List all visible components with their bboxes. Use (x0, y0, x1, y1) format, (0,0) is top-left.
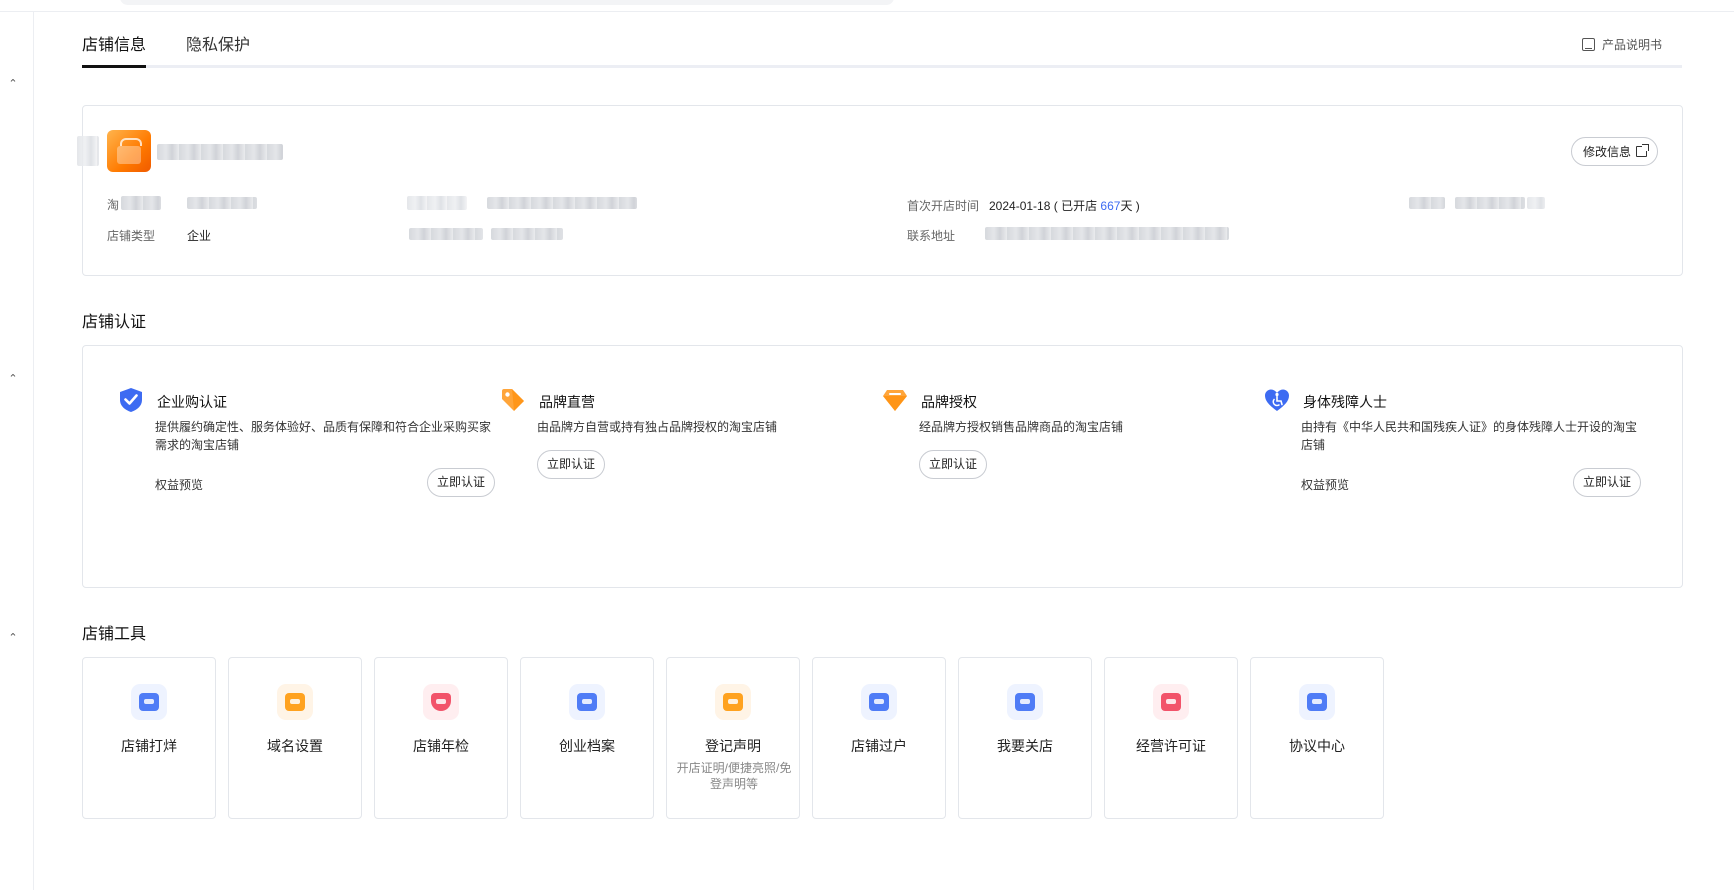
benefit-preview-link[interactable]: 权益预览 (1301, 476, 1349, 493)
diamond-icon (883, 390, 907, 411)
cert-desc: 由品牌方自营或持有独占品牌授权的淘宝店铺 (537, 420, 778, 434)
tool-shop-transfer[interactable]: 店铺过户 (812, 657, 946, 819)
external-link-icon (1636, 144, 1649, 157)
redacted-text (1409, 197, 1445, 209)
tag-icon (502, 389, 524, 411)
domain-settings-icon (277, 684, 313, 720)
redacted-link[interactable] (1527, 197, 1545, 209)
registration-statement-icon (715, 684, 751, 720)
shop-type-value: 企业 (187, 229, 212, 243)
shield-check-icon (120, 388, 142, 412)
product-manual-link[interactable]: 产品说明书 (1581, 36, 1662, 53)
shop-name-redacted (157, 144, 283, 160)
store-close-icon (131, 684, 167, 720)
redacted-text (409, 228, 483, 240)
tab-track (82, 65, 1682, 68)
cert-name: 品牌授权 (921, 394, 977, 410)
tab-shop-info[interactable]: 店铺信息 (82, 34, 146, 68)
redacted-region (77, 136, 99, 166)
tool-name: 店铺过户 (851, 738, 907, 754)
collapse-caret-icon[interactable]: ⌃ (6, 78, 20, 90)
edit-info-button[interactable]: 修改信息 (1570, 137, 1658, 166)
tool-name: 登记声明 (705, 738, 761, 754)
cert-name: 身体残障人士 (1303, 394, 1387, 410)
shop-transfer-icon (861, 684, 897, 720)
tool-name: 店铺年检 (413, 738, 469, 754)
close-shop-icon (1007, 684, 1043, 720)
book-icon (1581, 38, 1595, 51)
tool-name: 店铺打烊 (121, 738, 177, 754)
redacted-text (121, 196, 161, 210)
shop-type-label: 店铺类型 (107, 229, 156, 243)
cert-desc: 经品牌方授权销售品牌商品的淘宝店铺 (919, 420, 1124, 434)
redacted-text (1455, 197, 1525, 209)
certify-now-button[interactable]: 立即认证 (919, 450, 988, 479)
tool-name: 经营许可证 (1136, 738, 1206, 754)
open-days: 667 (1100, 199, 1121, 213)
collapse-caret-icon[interactable]: ⌃ (6, 373, 20, 385)
first-open-date: 2024-01-18 ( 已开店 667天 ) (989, 197, 1140, 214)
tool-domain-settings[interactable]: 域名设置 (228, 657, 362, 819)
redacted-text (187, 197, 257, 209)
heart-accessibility-icon (1265, 389, 1289, 411)
shop-info-card: 修改信息 淘 首次开店时间 2024-01-18 ( 已开店 667天 ) 店铺… (77, 105, 1683, 276)
tool-store-close[interactable]: 店铺打烊 (82, 657, 216, 819)
business-license-icon (1153, 684, 1189, 720)
tool-name: 域名设置 (267, 738, 323, 754)
tool-name: 协议中心 (1289, 738, 1345, 754)
tab-privacy[interactable]: 隐私保护 (186, 34, 250, 68)
tool-annual-check[interactable]: 店铺年检 (374, 657, 508, 819)
tool-startup-archive[interactable]: 创业档案 (520, 657, 654, 819)
taobao-label: 淘 (107, 198, 120, 212)
top-search-input[interactable] (120, 0, 894, 5)
tool-agreement-center[interactable]: 协议中心 (1250, 657, 1384, 819)
tool-desc: 开店证明/便捷亮照/免登声明等 (676, 761, 792, 791)
certify-now-button[interactable]: 立即认证 (427, 468, 496, 497)
certification-card: 企业购认证 提供履约确定性、服务体验好、品质有保障和符合企业采购买家需求的淘宝店… (82, 345, 1683, 588)
edit-info-label: 修改信息 (1582, 145, 1631, 159)
startup-archive-icon (569, 684, 605, 720)
certify-now-button[interactable]: 立即认证 (537, 450, 606, 479)
open-prefix: ( 已开店 (1053, 199, 1101, 213)
collapse-caret-icon[interactable]: ⌃ (6, 632, 20, 644)
agreement-center-icon (1299, 684, 1335, 720)
redacted-text (407, 196, 467, 210)
tool-registration-statement[interactable]: 登记声明 开店证明/便捷亮照/免登声明等 (666, 657, 800, 819)
annual-check-icon (423, 684, 459, 720)
benefit-preview-link[interactable]: 权益预览 (155, 476, 203, 493)
tool-name: 创业档案 (559, 738, 615, 754)
first-open-label: 首次开店时间 (907, 199, 980, 213)
cert-desc: 由持有《中华人民共和国残疾人证》的身体残障人士开设的淘宝店铺 (1301, 420, 1638, 452)
cert-name: 品牌直营 (539, 394, 595, 410)
tab-active-indicator (82, 65, 146, 68)
redacted-text (491, 228, 563, 240)
left-rail: ⌃ ⌃ ⌃ (0, 12, 34, 890)
cert-name: 企业购认证 (157, 394, 227, 410)
tool-close-shop[interactable]: 我要关店 (958, 657, 1092, 819)
first-open-date-value: 2024-01-18 (989, 199, 1051, 213)
cert-desc: 提供履约确定性、服务体验好、品质有保障和符合企业采购买家需求的淘宝店铺 (155, 420, 492, 452)
shop-logo (107, 130, 151, 172)
top-bar (0, 0, 1734, 12)
open-suffix: 天 ) (1120, 199, 1140, 213)
tools-section-title: 店铺工具 (82, 626, 147, 643)
tool-business-license[interactable]: 经营许可证 (1104, 657, 1238, 819)
redacted-text (487, 197, 637, 209)
certify-now-button[interactable]: 立即认证 (1573, 468, 1642, 497)
tools-grid: 店铺打烊 域名设置 店铺年检 创业档案 登记声明 开店证明/便捷亮照/免登声明等… (82, 657, 1482, 819)
product-manual-label: 产品说明书 (1601, 38, 1662, 52)
address-redacted (985, 227, 1229, 240)
address-label: 联系地址 (907, 229, 956, 243)
certification-section-title: 店铺认证 (82, 314, 147, 331)
tool-name: 我要关店 (997, 738, 1053, 754)
